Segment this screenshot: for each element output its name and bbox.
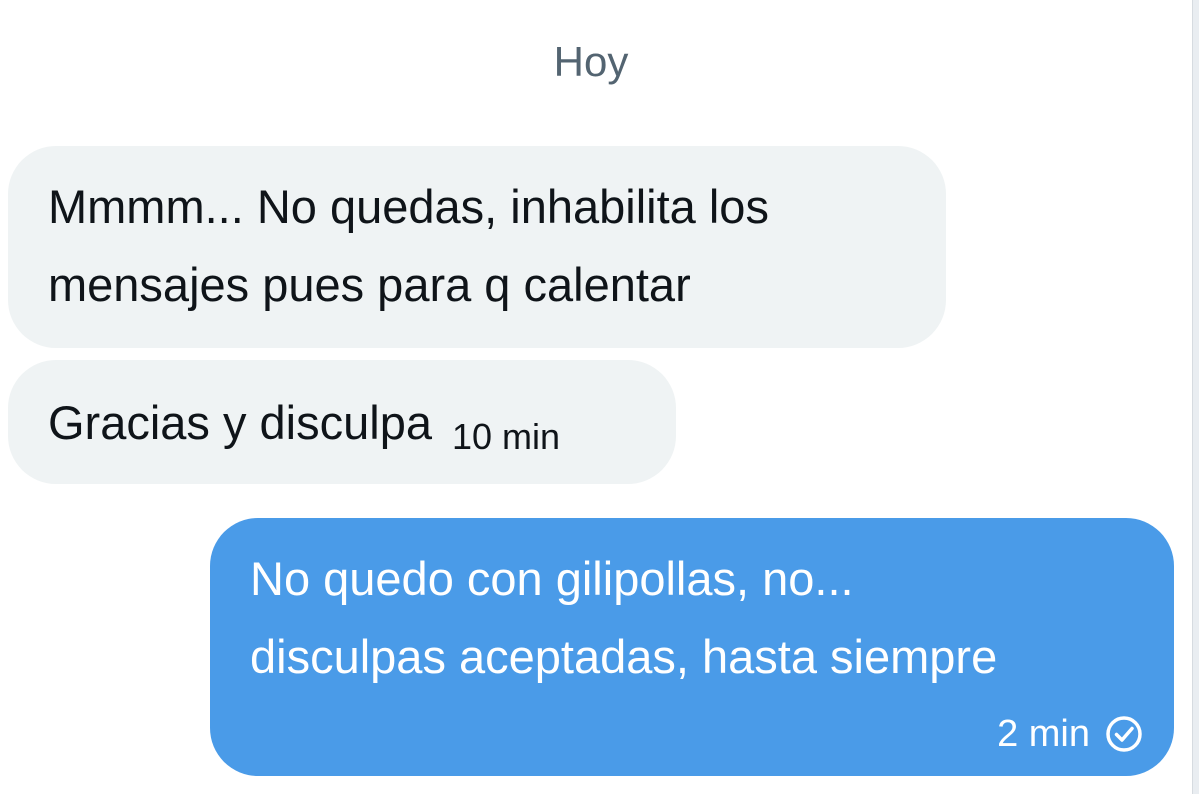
message-timestamp: 10 min: [452, 416, 561, 457]
message-text-line: mensajes pues para q calentar: [48, 258, 691, 311]
incoming-message-bubble[interactable]: Mmmm... No quedas, inhabilita los mensaj…: [8, 146, 946, 348]
message-meta: 2 min: [997, 712, 1144, 756]
message-text: Gracias y disculpa: [48, 396, 432, 449]
message-timestamp: 2 min: [997, 713, 1090, 755]
message-text-line: Mmmm... No quedas, inhabilita los: [48, 180, 769, 233]
outgoing-message-bubble[interactable]: No quedo con gilipollas, no... disculpas…: [210, 518, 1174, 776]
incoming-message-bubble[interactable]: Gracias y disculpa 10 min: [8, 360, 676, 484]
message-text-line: No quedo con gilipollas, no...: [250, 552, 854, 605]
scrollbar-edge[interactable]: [1192, 0, 1199, 794]
check-circle-icon: [1104, 714, 1144, 754]
date-separator: Hoy: [553, 38, 629, 85]
message-text-line: disculpas aceptadas, hasta siempre: [250, 630, 998, 683]
